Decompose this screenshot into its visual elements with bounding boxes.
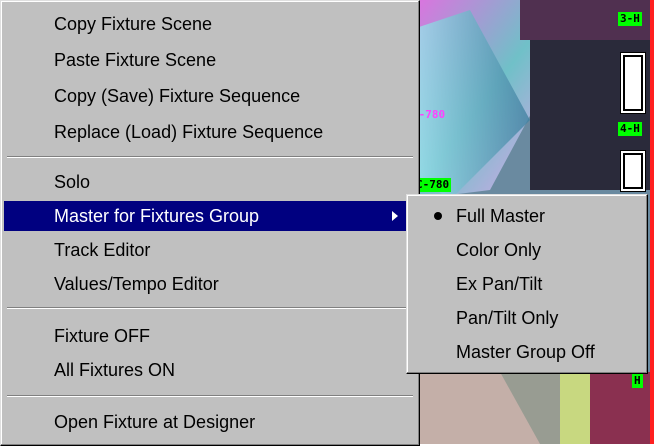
menu-item-replace-fixture-sequence[interactable]: Replace (Load) Fixture Sequence xyxy=(4,117,416,147)
submenu-item-color-only[interactable]: Color Only xyxy=(410,233,644,267)
submenu-item-ex-pan-tilt[interactable]: Ex Pan/Tilt xyxy=(410,267,644,301)
menu-item-values-tempo-editor[interactable]: Values/Tempo Editor xyxy=(4,269,416,299)
menu-item-label: Master for Fixtures Group xyxy=(54,206,260,226)
submenu-item-pan-tilt-only[interactable]: Pan/Tilt Only xyxy=(410,301,644,335)
menu-item-copy-fixture-sequence[interactable]: Copy (Save) Fixture Sequence xyxy=(4,81,416,111)
menu-item-fixture-off[interactable]: Fixture OFF xyxy=(4,321,416,351)
menu-separator xyxy=(7,156,413,158)
fixture-label: H xyxy=(632,374,643,388)
master-group-submenu: Full Master Color Only Ex Pan/Tilt Pan/T… xyxy=(406,194,648,374)
fixture-icon[interactable] xyxy=(620,150,646,192)
menu-item-solo[interactable]: Solo xyxy=(4,167,416,197)
radio-bullet-icon xyxy=(434,212,442,220)
fixture-label: 3-H xyxy=(618,12,642,26)
menu-item-copy-fixture-scene[interactable]: Copy Fixture Scene xyxy=(4,9,416,39)
menu-item-track-editor[interactable]: Track Editor xyxy=(4,235,416,265)
menu-item-all-fixtures-on[interactable]: All Fixtures ON xyxy=(4,355,416,385)
submenu-arrow-icon xyxy=(392,211,398,221)
fixture-context-menu: Copy Fixture Scene Paste Fixture Scene C… xyxy=(0,0,420,446)
submenu-item-master-group-off[interactable]: Master Group Off xyxy=(410,335,644,369)
submenu-item-label: Full Master xyxy=(456,206,546,226)
fixture-label: 4-H xyxy=(618,122,642,136)
menu-separator xyxy=(7,307,413,309)
menu-item-master-for-fixtures-group[interactable]: Master for Fixtures Group xyxy=(4,201,416,231)
menu-separator xyxy=(7,395,413,397)
menu-item-open-fixture-at-designer[interactable]: Open Fixture at Designer xyxy=(4,407,416,437)
canvas-edge xyxy=(650,0,654,444)
fixture-icon[interactable] xyxy=(620,52,646,114)
menu-item-paste-fixture-scene[interactable]: Paste Fixture Scene xyxy=(4,45,416,75)
submenu-item-full-master[interactable]: Full Master xyxy=(410,199,644,233)
